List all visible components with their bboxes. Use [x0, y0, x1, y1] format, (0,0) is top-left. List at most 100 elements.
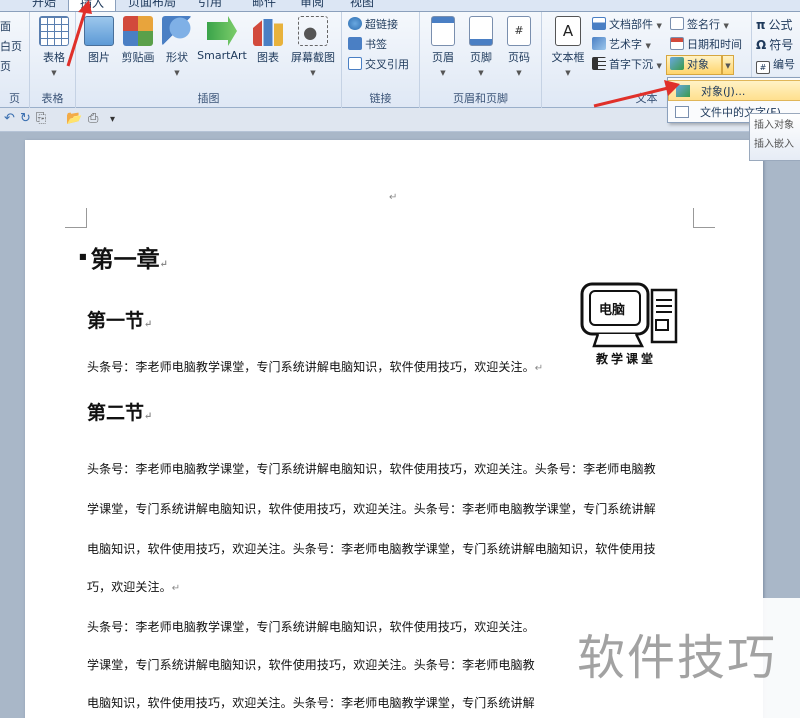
header-button[interactable]: 页眉 ▼: [426, 16, 460, 78]
links-group-label: 链接: [369, 92, 392, 105]
print-preview-icon[interactable]: ⎙: [88, 111, 98, 126]
hyperlink-button[interactable]: 超链接: [348, 16, 398, 34]
quick-parts-icon: [592, 17, 606, 30]
chevron-down-icon: ▼: [440, 69, 446, 77]
textbox-icon: A: [555, 16, 581, 46]
crossref-button[interactable]: 交叉引用: [348, 56, 409, 74]
tab-0[interactable]: 开始: [28, 0, 60, 11]
datetime-button[interactable]: 日期和时间: [670, 36, 742, 54]
header-icon: [431, 16, 455, 46]
signature-icon: [670, 17, 684, 30]
tab-3[interactable]: 引用: [190, 0, 230, 11]
logo-text-bottom: 教学课堂: [596, 352, 657, 366]
bookmark-icon: [348, 37, 362, 50]
crop-mark-left: [65, 208, 87, 228]
illustrations-group: 图片 剪贴画 形状 ▼ SmartArt 图表 屏幕截图 ▼ 插图: [76, 12, 342, 108]
tab-5[interactable]: 审阅: [292, 0, 332, 11]
smartart-button[interactable]: SmartArt: [196, 16, 248, 62]
illustrations-group-label: 插图: [197, 92, 220, 105]
chevron-down-icon: ▼: [478, 69, 484, 77]
bar-chart-icon: [253, 19, 283, 46]
tab-6[interactable]: 视图: [342, 0, 382, 11]
quick-parts-button[interactable]: 文档部件 ▼: [592, 16, 662, 34]
equation-button[interactable]: π 公式: [756, 16, 793, 34]
wordart-button[interactable]: 艺术字 ▼: [592, 36, 651, 54]
number-icon: #: [756, 61, 770, 74]
chevron-down-icon: ▼: [725, 62, 731, 70]
chevron-down-icon: ▼: [565, 69, 571, 77]
paragraph-1[interactable]: 头条号：李老师电脑教学课堂，专门系统讲解电脑知识，软件使用技巧，欢迎关注。↵: [87, 358, 543, 375]
section-heading-1[interactable]: 第一节↵: [87, 306, 152, 333]
paragraph-2-line-3[interactable]: 电脑知识，软件使用技巧，欢迎关注。头条号：李老师电脑教学课堂，专门系统讲解电脑知…: [87, 540, 656, 557]
table-icon: [39, 16, 69, 46]
chevron-down-icon: ▼: [645, 42, 651, 50]
picture-icon: [84, 16, 114, 46]
menu-item-object[interactable]: 对象(J)...: [668, 80, 800, 101]
page-number-button[interactable]: # 页码 ▼: [502, 16, 536, 78]
footer-button[interactable]: 页脚 ▼: [464, 16, 498, 78]
wordart-icon: [592, 37, 606, 50]
undo-icon[interactable]: ↶: [4, 111, 15, 126]
omega-icon: Ω: [756, 38, 767, 52]
watermark: 软件技巧: [565, 598, 800, 718]
picture-button[interactable]: 图片: [82, 16, 116, 65]
redo-icon[interactable]: ↻: [20, 111, 31, 126]
chevron-down-icon: ▼: [310, 69, 316, 77]
chapter-heading[interactable]: ■ 第一章↵: [79, 240, 168, 274]
paragraph-2-line-1[interactable]: 头条号：李老师电脑教学课堂，专门系统讲解电脑知识，软件使用技巧，欢迎关注。头条号…: [87, 460, 656, 477]
page-break-button[interactable]: 页: [0, 58, 11, 76]
clipart-button[interactable]: 剪贴画: [118, 16, 158, 65]
chart-button[interactable]: 图表: [252, 16, 284, 65]
customize-toolbar-icon[interactable]: ▾: [110, 114, 115, 125]
paragraph-2-line-4[interactable]: 巧，欢迎关注。↵: [87, 578, 180, 595]
object-dropdown-arrow[interactable]: ▼: [722, 55, 734, 75]
chevron-down-icon: ▼: [656, 22, 662, 30]
calendar-icon: [670, 37, 684, 50]
paragraph-mark: ↵: [389, 192, 398, 203]
symbol-button[interactable]: Ω 符号: [756, 36, 793, 54]
chevron-down-icon: ▼: [723, 22, 729, 30]
camera-icon: [298, 16, 328, 46]
blank-page-button[interactable]: 白页: [0, 38, 22, 56]
screenshot-button[interactable]: 屏幕截图 ▼: [288, 16, 338, 78]
format-icon[interactable]: ⎘: [36, 111, 46, 126]
chevron-down-icon: ▼: [174, 69, 180, 77]
computer-logo-image[interactable]: 电脑 教学课堂: [578, 274, 688, 366]
dropcap-button[interactable]: 首字下沉 ▼: [592, 56, 662, 74]
globe-icon: [348, 17, 362, 30]
dropcap-icon: [592, 57, 606, 70]
clipart-icon: [123, 16, 153, 46]
footer-icon: [469, 16, 493, 46]
links-group: 超链接 书签 交叉引用 链接: [342, 12, 420, 108]
open-folder-icon[interactable]: 📂: [66, 111, 82, 126]
paragraph-3-line-2[interactable]: 学课堂，专门系统讲解电脑知识，软件使用技巧，欢迎关注。头条号：李老师电脑教: [87, 656, 535, 673]
paragraph-3-line-1[interactable]: 头条号：李老师电脑教学课堂，专门系统讲解电脑知识，软件使用技巧，欢迎关注。: [87, 618, 535, 635]
chevron-down-icon: ▼: [656, 62, 662, 70]
tab-2[interactable]: 页面布局: [122, 0, 182, 11]
table-group: 表格 ▼ 表格: [30, 12, 76, 108]
cover-page-button[interactable]: 面: [0, 18, 11, 36]
section-heading-2[interactable]: 第二节↵: [87, 398, 152, 425]
tab-1[interactable]: 插入: [68, 0, 116, 11]
ribbon-tab-bar: 开始 插入 页面布局 引用 邮件 审阅 视图: [0, 0, 800, 12]
signature-line-button[interactable]: 签名行 ▼: [670, 16, 729, 34]
table-button[interactable]: 表格 ▼: [36, 16, 72, 78]
bookmark-button[interactable]: 书签: [348, 36, 387, 54]
paragraph-3-line-3[interactable]: 电脑知识，软件使用技巧，欢迎关注。头条号：李老师电脑教学课堂，专门系统讲解: [87, 694, 535, 711]
paragraph-2-line-2[interactable]: 学课堂，专门系统讲解电脑知识，软件使用技巧，欢迎关注。头条号：李老师电脑教学课堂…: [87, 500, 656, 517]
shapes-button[interactable]: 形状 ▼: [162, 16, 192, 78]
tooltip: 插入对象 插入嵌入: [749, 113, 800, 161]
pi-icon: π: [756, 18, 766, 32]
tab-4[interactable]: 邮件: [244, 0, 284, 11]
crossref-icon: [348, 57, 362, 70]
pages-group-label: 页: [9, 92, 20, 105]
number-button[interactable]: # 编号: [756, 56, 795, 74]
pages-group: 面 白页 页 页: [0, 12, 30, 108]
header-footer-group: 页眉 ▼ 页脚 ▼ # 页码 ▼ 页眉和页脚: [420, 12, 542, 108]
textbox-button[interactable]: A 文本框 ▼: [546, 16, 590, 78]
object-button[interactable]: 对象: [666, 55, 722, 75]
smartart-icon: [207, 16, 237, 46]
logo-text-top: 电脑: [599, 303, 626, 318]
shapes-icon: [162, 16, 192, 46]
tooltip-body: 插入嵌入: [754, 139, 794, 150]
